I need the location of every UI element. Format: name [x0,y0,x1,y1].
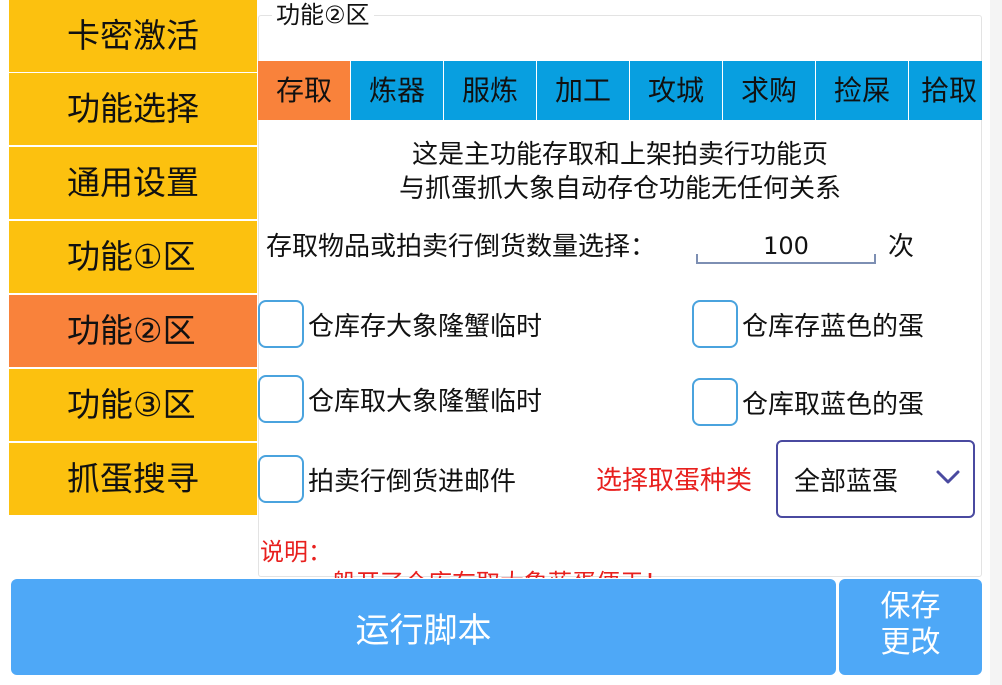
checkbox-store-elephant[interactable]: 仓库存大象隆蟹临时 [258,300,542,348]
sidebar-item-card-activation[interactable]: 卡密激活 [9,0,257,72]
checkbox-box[interactable] [692,300,738,348]
notes-line-1: 一般开了仓库存取大象蓝蛋便于！ [308,568,668,578]
notes-title: 说明： [260,538,332,566]
checkbox-label: 仓库存蓝色的蛋 [742,311,925,342]
intro-line-2: 与抓蛋抓大象自动存仓功能无任何关系 [398,174,841,204]
save-button-line-2: 更改 [880,625,941,660]
tab-pick-dung[interactable]: 捡屎 [816,61,908,120]
checkbox-box[interactable] [692,378,738,426]
right-edge-strip [990,0,1002,685]
egg-type-select[interactable]: 全部蓝蛋 [776,440,975,518]
checkbox-retrieve-elephant[interactable]: 仓库取大象隆蟹临时 [258,375,542,423]
run-script-button[interactable]: 运行脚本 [11,579,836,675]
tab-store-retrieve[interactable]: 存取 [258,61,350,120]
checkbox-label: 拍卖行倒货进邮件 [308,466,517,497]
checkbox-box[interactable] [258,455,304,503]
chevron-down-icon [936,470,960,484]
checkbox-auction-mail[interactable]: 拍卖行倒货进邮件 [258,455,516,503]
egg-type-value: 全部蓝蛋 [794,466,899,497]
checkbox-box[interactable] [258,300,304,348]
tab-process[interactable]: 加工 [537,61,629,120]
sidebar-item-egg-search[interactable]: 抓蛋搜寻 [9,443,257,515]
egg-type-label: 选择取蛋种类 [596,466,753,496]
quantity-unit: 次 [888,232,915,262]
checkbox-label: 仓库取蓝色的蛋 [742,389,925,420]
sidebar-item-zone-1[interactable]: 功能①区 [9,221,257,293]
sidebar-item-general-settings[interactable]: 通用设置 [9,147,257,219]
tab-bar: 存取 炼器 服炼 加工 攻城 求购 捡屎 拾取 [258,61,982,120]
checkbox-retrieve-blue-egg[interactable]: 仓库取蓝色的蛋 [692,378,924,426]
notes-clip: 一般开了仓库存取大象蓝蛋便于！ [258,568,982,578]
sidebar: 卡密激活 功能选择 通用设置 功能①区 功能②区 功能③区 抓蛋搜寻 [9,0,257,520]
sidebar-item-function-select[interactable]: 功能选择 [9,73,257,145]
save-button-line-1: 保存 [880,589,941,624]
tab-refine[interactable]: 炼器 [351,61,443,120]
quantity-underline-tick-right [874,254,876,264]
quantity-underline-tick-left [696,254,698,264]
save-changes-button[interactable]: 保存 更改 [839,579,982,675]
sidebar-item-zone-2[interactable]: 功能②区 [9,295,257,367]
intro-text: 这是主功能存取和上架拍卖行功能页 与抓蛋抓大象自动存仓功能无任何关系 [258,138,982,206]
checkbox-label: 仓库取大象隆蟹临时 [308,386,543,417]
sidebar-item-zone-3[interactable]: 功能③区 [9,369,257,441]
quantity-underline [696,262,876,264]
quantity-input[interactable] [696,228,876,264]
checkbox-box[interactable] [258,375,304,423]
quantity-label: 存取物品或拍卖行倒货数量选择： [266,232,657,262]
intro-line-1: 这是主功能存取和上架拍卖行功能页 [411,140,828,170]
checkbox-store-blue-egg[interactable]: 仓库存蓝色的蛋 [692,300,924,348]
checkbox-label: 仓库存大象隆蟹临时 [308,311,543,342]
tab-server-refine[interactable]: 服炼 [444,61,536,120]
tab-pickup[interactable]: 拾取 [909,61,982,120]
tab-purchase[interactable]: 求购 [723,61,815,120]
group-title: 功能②区 [272,0,374,32]
tab-siege[interactable]: 攻城 [630,61,722,120]
